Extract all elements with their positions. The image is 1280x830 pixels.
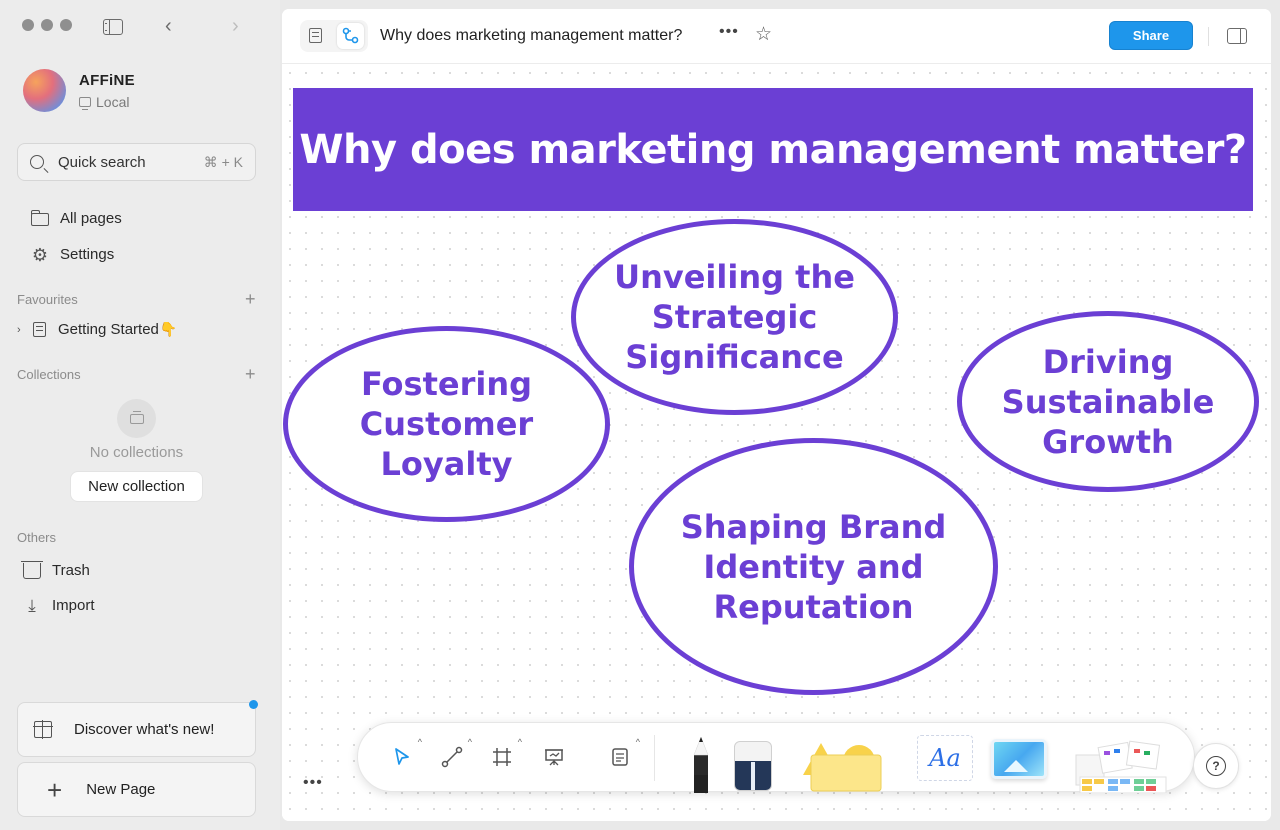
toolbar-divider xyxy=(654,735,655,781)
help-icon: ? xyxy=(1206,756,1226,776)
add-collection-button[interactable]: + xyxy=(245,365,256,383)
bubble-sustainable-growth[interactable]: Driving Sustainable Growth xyxy=(957,311,1259,492)
new-collection-button[interactable]: New collection xyxy=(70,471,203,502)
minimize-window-button[interactable] xyxy=(41,19,53,31)
notification-dot xyxy=(249,700,258,709)
select-tool[interactable]: ^ xyxy=(388,737,422,771)
connector-tool[interactable]: ^ xyxy=(438,737,472,771)
import-icon: ⤓ xyxy=(28,595,36,615)
back-arrow-icon[interactable]: ‹ xyxy=(165,16,172,36)
presentation-icon xyxy=(545,749,563,766)
new-page-button[interactable]: + New Page xyxy=(17,762,256,817)
favourites-title: Favourites xyxy=(17,292,78,307)
pen-tool-icon[interactable] xyxy=(688,735,714,793)
workspace-storage: Local xyxy=(79,94,135,110)
text-tool-icon[interactable]: Aa xyxy=(917,735,973,781)
presentation-tool[interactable] xyxy=(540,743,568,771)
quick-search[interactable]: Quick search ⌘ + K xyxy=(17,143,256,181)
canvas-more-icon[interactable]: ••• xyxy=(303,774,323,792)
more-options-icon[interactable]: ••• xyxy=(719,23,739,41)
no-collections-text: No collections xyxy=(89,444,184,461)
frame-icon xyxy=(493,748,511,766)
monitor-icon xyxy=(79,96,91,110)
bubble-text: Unveiling the Strategic Significance xyxy=(614,258,855,376)
sidebar-toggle-icon[interactable] xyxy=(103,19,123,35)
window-controls xyxy=(22,19,72,31)
empty-collection-icon xyxy=(117,399,156,438)
doc-title[interactable]: Why does marketing management matter? xyxy=(380,27,682,45)
sidebar-item-import[interactable]: ⤓ Import xyxy=(23,595,95,615)
bubble-text: Driving Sustainable Growth xyxy=(1001,342,1215,461)
quick-search-label: Quick search xyxy=(58,153,146,171)
discover-label: Discover what's new! xyxy=(74,721,215,738)
gift-icon xyxy=(33,720,53,739)
bubble-customer-loyalty[interactable]: Fostering Customer Loyalty xyxy=(283,326,610,522)
sidebar-item-label: Trash xyxy=(52,561,90,579)
maximize-window-button[interactable] xyxy=(60,19,72,31)
bubble-text: Shaping Brand Identity and Reputation xyxy=(680,507,947,626)
note-icon xyxy=(612,748,628,766)
folder-icon xyxy=(30,210,49,226)
collections-title: Collections xyxy=(17,367,81,382)
template-tool-icon[interactable] xyxy=(1074,737,1168,793)
edgeless-canvas[interactable]: Why does marketing management matter? Un… xyxy=(282,65,1271,821)
sidebar-item-label: All pages xyxy=(60,210,122,227)
gear-icon: ⚙ xyxy=(31,244,49,265)
help-button[interactable]: ? xyxy=(1193,743,1239,789)
trash-icon xyxy=(21,561,43,579)
favourite-item-emoji: 👇 xyxy=(159,321,178,337)
favourite-item-label: Getting Started xyxy=(58,321,159,338)
new-page-label: New Page xyxy=(86,781,156,798)
banner-text: Why does marketing management matter? xyxy=(299,126,1247,173)
workspace-switcher[interactable]: AFFiNE Local xyxy=(23,69,135,112)
page-mode-icon[interactable] xyxy=(309,28,322,43)
chevron-right-icon[interactable]: › xyxy=(17,324,33,336)
sidebar-item-label: Settings xyxy=(60,246,115,263)
frame-tool[interactable]: ^ xyxy=(488,737,522,771)
sidebar-item-all-pages[interactable]: All pages xyxy=(30,210,122,227)
right-sidebar-toggle-icon[interactable] xyxy=(1227,28,1247,44)
favorite-star-icon[interactable]: ☆ xyxy=(755,23,772,46)
forward-arrow-icon[interactable]: › xyxy=(232,16,239,36)
share-button[interactable]: Share xyxy=(1109,21,1193,50)
edgeless-mode-icon[interactable] xyxy=(337,23,364,49)
pointer-icon xyxy=(395,748,409,765)
mode-switch[interactable] xyxy=(300,20,368,52)
title-banner[interactable]: Why does marketing management matter? xyxy=(293,88,1253,211)
workspace-storage-label: Local xyxy=(96,93,130,110)
image-tool-icon[interactable] xyxy=(991,739,1047,779)
quick-search-shortcut: ⌘ + K xyxy=(203,153,243,170)
sidebar-item-label: Import xyxy=(52,597,95,614)
discover-whats-new-button[interactable]: Discover what's new! xyxy=(17,702,256,757)
plus-icon: + xyxy=(47,774,63,805)
close-window-button[interactable] xyxy=(22,19,34,31)
shape-tool-icon[interactable] xyxy=(801,737,893,793)
header-divider xyxy=(1208,27,1209,46)
edgeless-toolbar: ^ ^ ^ ^ Aa xyxy=(357,722,1195,793)
others-title: Others xyxy=(17,530,57,545)
search-icon xyxy=(30,155,44,169)
connector-icon xyxy=(441,746,463,768)
bubble-strategic-significance[interactable]: Unveiling the Strategic Significance xyxy=(571,219,898,415)
note-tool[interactable]: ^ xyxy=(606,737,640,771)
sidebar: ‹ › AFFiNE Local Quick search ⌘ + K All … xyxy=(0,0,280,830)
sidebar-item-trash[interactable]: Trash xyxy=(21,561,90,579)
workspace-avatar xyxy=(23,69,66,112)
sidebar-item-settings[interactable]: ⚙ Settings xyxy=(31,244,115,265)
add-favourite-button[interactable]: + xyxy=(245,290,256,308)
workspace-name: AFFiNE xyxy=(79,71,135,89)
favourite-item-getting-started[interactable]: › Getting Started 👇 xyxy=(17,321,177,338)
editor-header: Why does marketing management matter? ••… xyxy=(282,9,1271,64)
eraser-tool-icon[interactable] xyxy=(734,741,772,791)
page-icon xyxy=(33,322,46,337)
bubble-brand-identity[interactable]: Shaping Brand Identity and Reputation xyxy=(629,438,998,695)
editor-window: Why does marketing management matter? ••… xyxy=(282,9,1271,821)
bubble-text: Fostering Customer Loyalty xyxy=(359,365,534,483)
